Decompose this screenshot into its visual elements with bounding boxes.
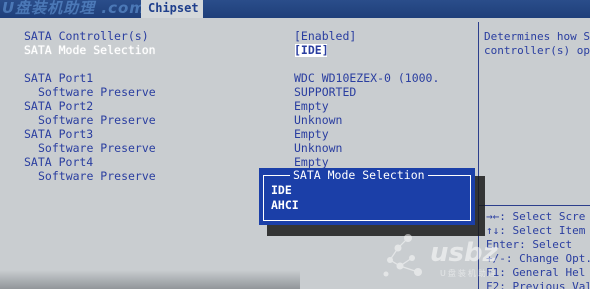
watermark-subtext: U盘装机助理 [440, 269, 498, 278]
popup-title: SATA Mode Selection [290, 169, 428, 182]
key-help-screen: →←: Select Scre [486, 210, 586, 223]
watermark-dots-icon [383, 234, 422, 277]
setting-label-sata-port4: SATA Port4 [24, 155, 94, 169]
setting-value-sata-port2: Empty [294, 99, 329, 113]
key-help-previous: F2: Previous Val [486, 280, 590, 289]
help-line-2: controller(s) op [484, 44, 590, 57]
setting-label-sata-port3: SATA Port3 [24, 127, 94, 141]
bios-screen: U盘装机助理 .com Chipset SATA Controller(s) [… [0, 0, 590, 289]
setting-value-software-preserve-1: SUPPORTED [294, 85, 357, 99]
key-help-item: ↑↓: Select Item [486, 224, 586, 237]
help-description: Determines how S controller(s) op [484, 30, 590, 58]
setting-label-sata-controllers[interactable]: SATA Controller(s) [24, 29, 149, 43]
setting-value-software-preserve-3: Unknown [294, 141, 343, 155]
setting-value-software-preserve-2: Unknown [294, 113, 343, 127]
setting-label-sata-port2: SATA Port2 [24, 99, 94, 113]
setting-value-sata-mode[interactable]: [IDE] [294, 43, 329, 57]
watermark-text: usbz [430, 238, 498, 268]
watermark-logo-text: U盘装机助理 .com [2, 0, 146, 17]
setting-value-sata-controllers[interactable]: [Enabled] [294, 29, 356, 43]
key-help-general: F1: General Hel [486, 266, 586, 279]
help-divider [478, 205, 590, 206]
popup-option-ahci[interactable]: AHCI [271, 198, 299, 212]
sata-mode-popup: SATA Mode Selection IDE AHCI [259, 168, 475, 225]
bottom-shading [0, 270, 300, 289]
setting-label-software-preserve-1: Software Preserve [38, 85, 156, 99]
setting-label-software-preserve-3: Software Preserve [38, 141, 156, 155]
setting-label-software-preserve-4: Software Preserve [38, 169, 156, 183]
setting-value-sata-port3: Empty [294, 127, 329, 141]
help-line-1: Determines how S [484, 30, 590, 43]
setting-value-sata-port4: Empty [294, 155, 329, 169]
tab-chipset[interactable]: Chipset [141, 0, 203, 18]
setting-label-sata-mode[interactable]: SATA Mode Selection [24, 43, 156, 57]
bios-title-bar: U盘装机助理 .com Chipset [0, 0, 590, 18]
setting-value-sata-port1: WDC WD10EZEX-0 (1000. [294, 71, 440, 85]
key-help-enter: Enter: Select [486, 238, 573, 251]
key-help-change: +/-: Change Opt. [486, 252, 590, 265]
setting-label-sata-port1: SATA Port1 [24, 71, 94, 85]
popup-option-ide[interactable]: IDE [271, 183, 292, 197]
setting-label-software-preserve-2: Software Preserve [38, 113, 156, 127]
